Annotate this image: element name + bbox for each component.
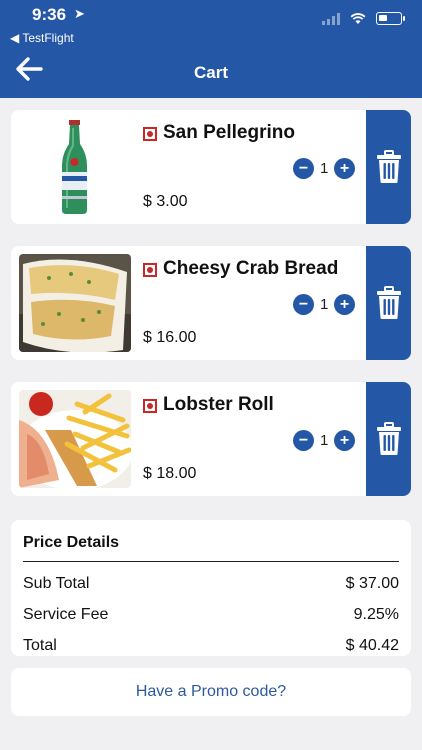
top-bar: 9:36 ➤ ◀ TestFlight Cart: [0, 0, 422, 98]
decrease-quantity-button[interactable]: −: [293, 158, 314, 179]
delete-item-button[interactable]: [366, 382, 411, 496]
delete-item-button[interactable]: [366, 110, 411, 224]
increase-quantity-button[interactable]: +: [334, 294, 355, 315]
cart-item-lobster-roll: Lobster Roll − 1 + $ 18.00: [11, 382, 411, 496]
item-price: $ 18.00: [143, 465, 197, 482]
signal-icon: [322, 12, 340, 25]
quantity-stepper: − 1 +: [293, 430, 355, 451]
decrease-quantity-button[interactable]: −: [293, 430, 314, 451]
trash-icon: [376, 422, 401, 455]
item-image-lobster-roll: [19, 390, 131, 488]
page-title: Cart: [193, 63, 228, 82]
price-value: $ 40.42: [345, 637, 399, 654]
delete-item-button[interactable]: [366, 246, 411, 360]
price-value: 9.25%: [353, 606, 399, 623]
increase-quantity-button[interactable]: +: [334, 158, 355, 179]
battery-icon: [376, 12, 405, 25]
price-label: Service Fee: [23, 606, 109, 623]
quantity-value: 1: [320, 432, 329, 449]
item-name: Cheesy Crab Bread: [163, 258, 339, 279]
veg-mark-icon: [143, 399, 157, 413]
price-row-total: Total $ 40.42: [23, 637, 399, 655]
status-time: 9:36: [32, 5, 67, 24]
item-name: San Pellegrino: [163, 122, 295, 143]
price-label: Sub Total: [23, 575, 90, 592]
divider: [23, 561, 399, 562]
price-row-subtotal: Sub Total $ 37.00: [23, 575, 399, 593]
price-label: Total: [23, 637, 57, 654]
price-row-service-fee: Service Fee 9.25%: [23, 606, 399, 624]
item-image-crab-bread: [19, 254, 131, 352]
promo-code-button[interactable]: Have a Promo code?: [11, 668, 411, 716]
increase-quantity-button[interactable]: +: [334, 430, 355, 451]
quantity-value: 1: [320, 160, 329, 177]
price-value: $ 37.00: [345, 575, 399, 592]
trash-icon: [376, 150, 401, 183]
veg-mark-icon: [143, 263, 157, 277]
decrease-quantity-button[interactable]: −: [293, 294, 314, 315]
price-details-card: Price Details Sub Total $ 37.00 Service …: [11, 520, 411, 656]
status-icons: [322, 12, 405, 25]
cart-item-cheesy-crab-bread: Cheesy Crab Bread − 1 + $ 16.00: [11, 246, 411, 360]
item-price: $ 3.00: [143, 193, 188, 210]
quantity-value: 1: [320, 296, 329, 313]
price-details-title: Price Details: [23, 534, 120, 551]
item-image-bottle: [19, 118, 131, 216]
quantity-stepper: − 1 +: [293, 158, 355, 179]
trash-icon: [376, 286, 401, 319]
location-arrow-icon: ➤: [74, 6, 85, 21]
item-name: Lobster Roll: [163, 394, 274, 415]
item-price: $ 16.00: [143, 329, 197, 346]
quantity-stepper: − 1 +: [293, 294, 355, 315]
veg-mark-icon: [143, 127, 157, 141]
cart-item-san-pellegrino: San Pellegrino − 1 + $ 3.00: [11, 110, 411, 224]
wifi-icon: [350, 12, 366, 24]
back-to-app-link[interactable]: ◀ TestFlight: [10, 31, 74, 45]
